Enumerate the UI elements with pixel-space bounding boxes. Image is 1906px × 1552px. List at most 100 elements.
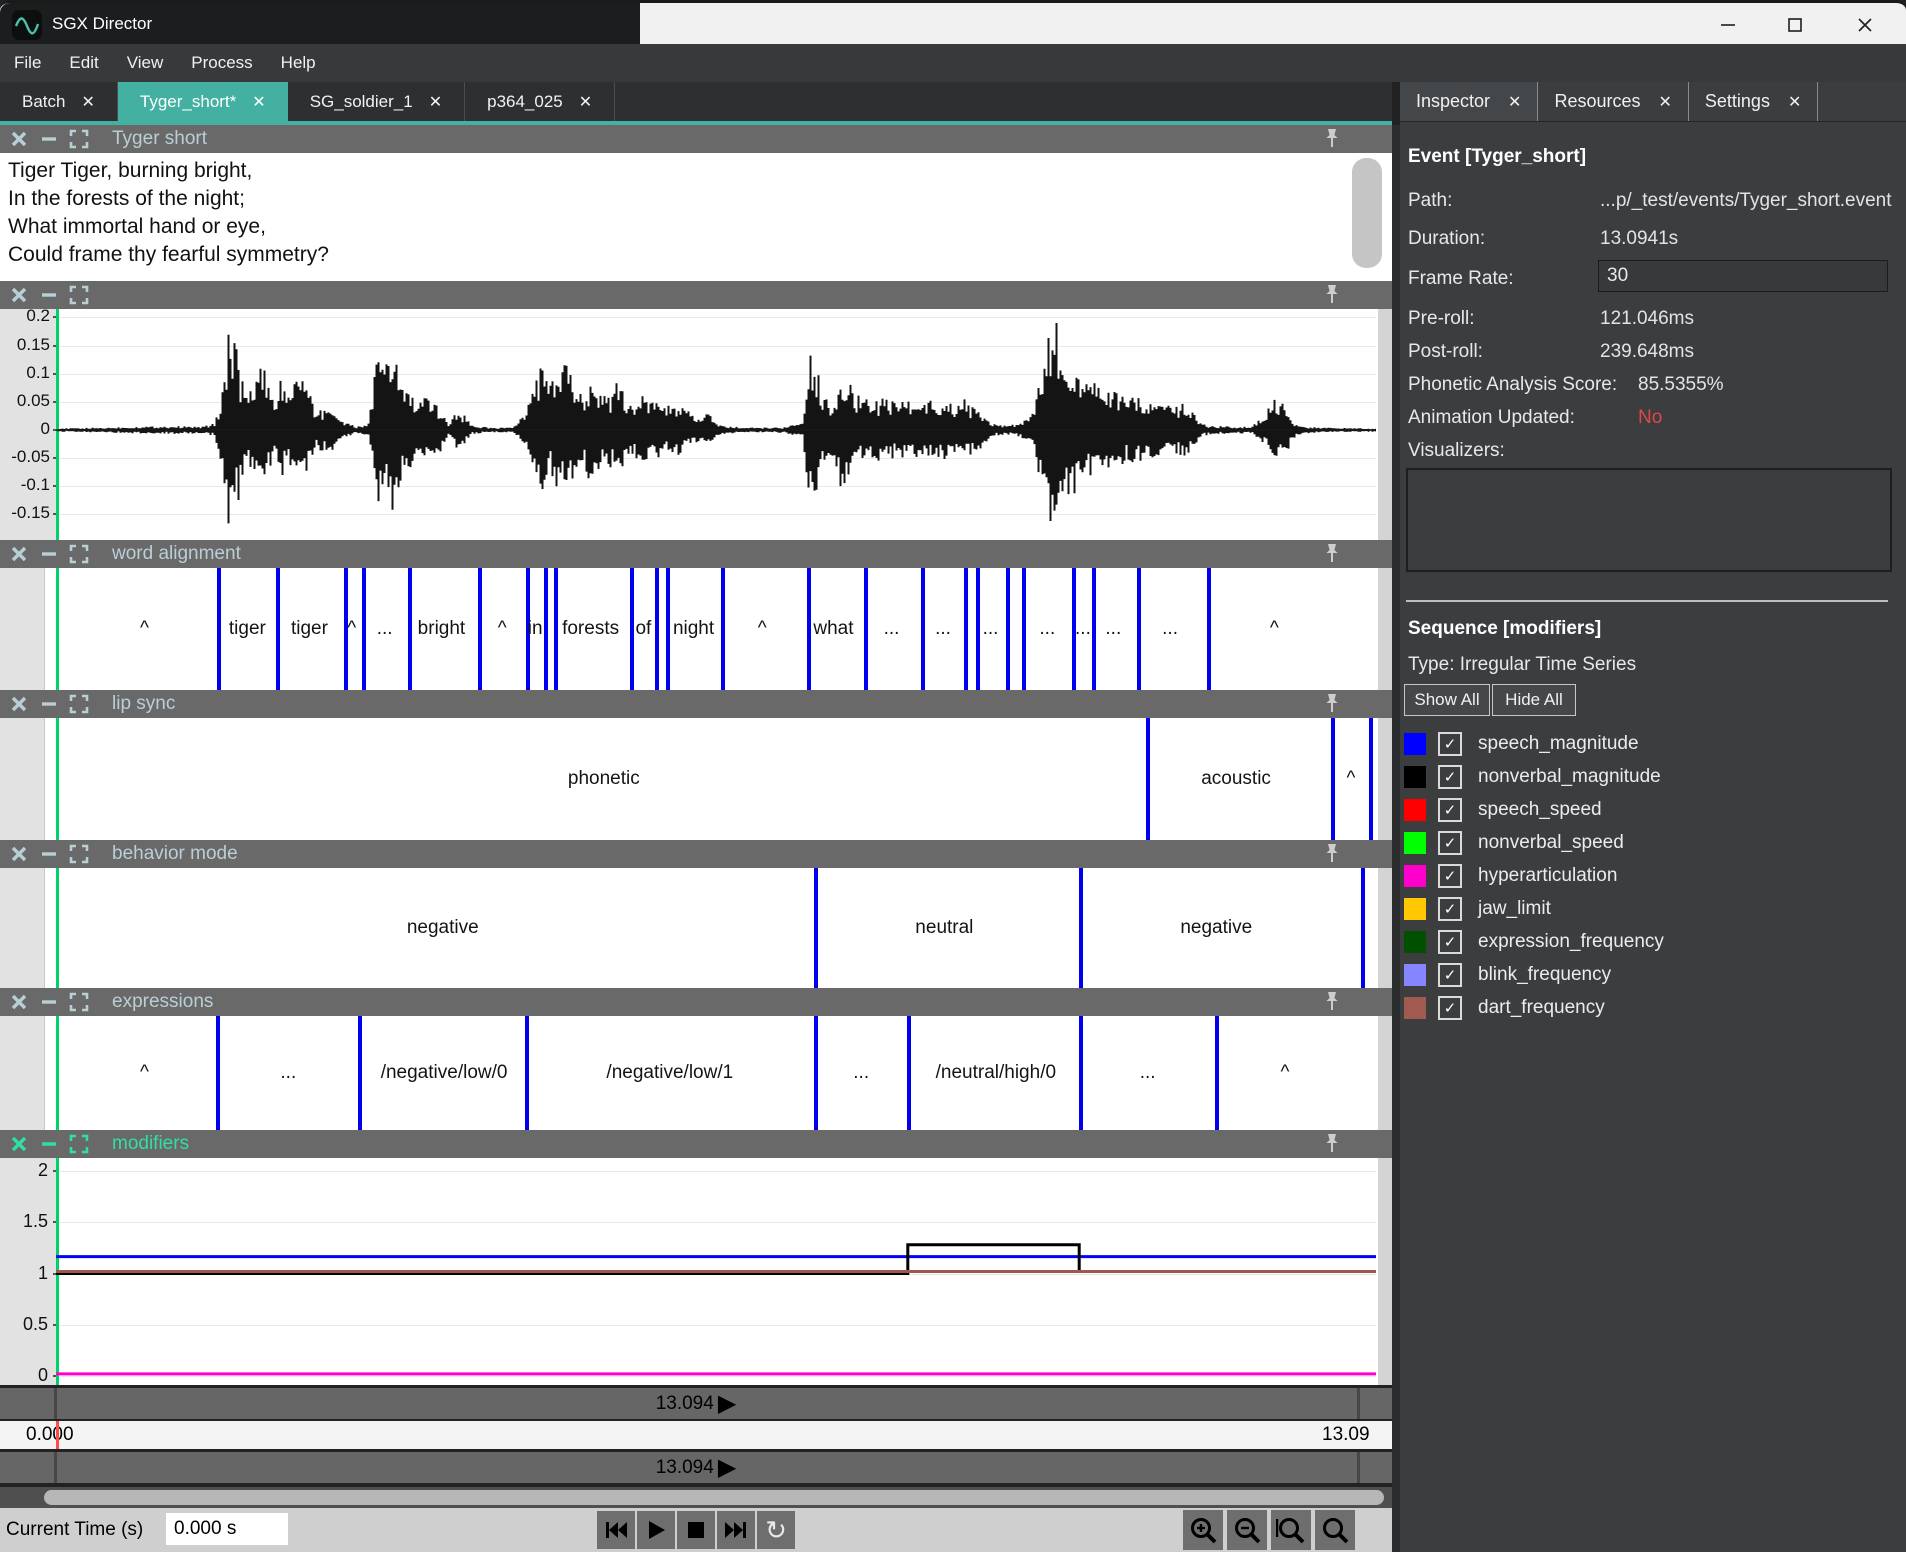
tab-close-icon[interactable]: ✕ <box>252 92 265 112</box>
playhead-line[interactable] <box>56 1016 59 1130</box>
path-value: ...p/_test/events/Tyger_short.event <box>1600 190 1892 212</box>
tab-close-icon[interactable]: ✕ <box>1508 92 1521 112</box>
minimize-panel-icon[interactable] <box>38 1133 60 1155</box>
stop-button[interactable] <box>677 1511 715 1549</box>
show-all-button[interactable]: Show All <box>1404 684 1490 716</box>
expand-panel-icon[interactable] <box>68 284 90 306</box>
segment-label: ... <box>1075 618 1091 640</box>
pin-panel-icon[interactable] <box>1322 693 1344 715</box>
document-tab-tyger_short-[interactable]: Tyger_short*✕ <box>118 82 288 121</box>
expand-panel-icon[interactable] <box>68 693 90 715</box>
document-tab-sg_soldier_1[interactable]: SG_soldier_1✕ <box>288 82 465 121</box>
frame-rate-input[interactable] <box>1598 260 1888 292</box>
tab-close-icon[interactable]: ✕ <box>579 92 592 112</box>
channel-visibility-checkbox[interactable]: ✓ <box>1438 897 1462 921</box>
minimize-panel-icon[interactable] <box>38 991 60 1013</box>
close-panel-icon[interactable] <box>8 543 30 565</box>
minimize-panel-icon[interactable] <box>38 693 60 715</box>
menu-item-help[interactable]: Help <box>267 44 330 82</box>
tab-close-icon[interactable]: ✕ <box>1659 92 1672 112</box>
pin-panel-icon[interactable] <box>1322 128 1344 150</box>
pin-panel-icon[interactable] <box>1322 284 1344 306</box>
minimize-panel-icon[interactable] <box>38 843 60 865</box>
waveform-plot[interactable] <box>56 309 1376 540</box>
close-panel-icon[interactable] <box>8 1133 30 1155</box>
tab-close-icon[interactable]: ✕ <box>81 92 94 112</box>
minimize-panel-icon[interactable] <box>38 543 60 565</box>
tab-close-icon[interactable]: ✕ <box>1788 92 1801 112</box>
channel-visibility-checkbox[interactable]: ✓ <box>1438 996 1462 1020</box>
playhead-line[interactable] <box>56 868 59 988</box>
horizontal-scrollbar[interactable] <box>0 1487 1392 1508</box>
current-time-input[interactable] <box>166 1513 288 1545</box>
segment-label: forests <box>562 618 619 640</box>
sidebar-tab-inspector[interactable]: Inspector✕ <box>1400 82 1538 121</box>
playhead-caret[interactable] <box>56 1421 59 1449</box>
text-scrollbar-handle[interactable] <box>1352 158 1382 268</box>
pin-panel-icon[interactable] <box>1322 1133 1344 1155</box>
pin-panel-icon[interactable] <box>1322 543 1344 565</box>
menu-item-process[interactable]: Process <box>177 44 266 82</box>
channel-visibility-checkbox[interactable]: ✓ <box>1438 732 1462 756</box>
tab-close-icon[interactable]: ✕ <box>429 92 442 112</box>
minimize-panel-icon[interactable] <box>38 128 60 150</box>
waveform-axis-label: 0.2 <box>10 309 50 326</box>
playhead-line[interactable] <box>56 718 59 840</box>
channel-visibility-checkbox[interactable]: ✓ <box>1438 831 1462 855</box>
segment-label: ... <box>884 618 900 640</box>
tab-label: p364_025 <box>487 92 563 112</box>
menu-item-file[interactable]: File <box>0 44 55 82</box>
sidebar-tab-settings[interactable]: Settings✕ <box>1689 82 1818 121</box>
modifiers-plot[interactable] <box>0 1158 1392 1385</box>
close-panel-icon[interactable] <box>8 128 30 150</box>
visualizers-list-box[interactable] <box>1406 468 1892 572</box>
expand-panel-icon[interactable] <box>68 543 90 565</box>
sidebar-splitter[interactable] <box>1392 125 1400 1552</box>
duration-slider-top[interactable]: 13.094▶ <box>0 1388 1392 1419</box>
document-tab-p364_025[interactable]: p364_025 ✕ <box>465 82 615 121</box>
waveform-axis-label: -0.15 <box>10 503 50 523</box>
modifier-channel-row: ✓expression_frequency <box>1404 928 1664 956</box>
close-panel-icon[interactable] <box>8 693 30 715</box>
pin-panel-icon[interactable] <box>1322 991 1344 1013</box>
minimize-button[interactable] <box>1705 7 1751 43</box>
channel-name: speech_magnitude <box>1478 733 1639 755</box>
menu-item-view[interactable]: View <box>113 44 178 82</box>
channel-visibility-checkbox[interactable]: ✓ <box>1438 765 1462 789</box>
play-button[interactable] <box>637 1511 675 1549</box>
channel-color-swatch <box>1404 997 1426 1019</box>
horizontal-scrollbar-handle[interactable] <box>44 1490 1384 1505</box>
close-panel-icon[interactable] <box>8 843 30 865</box>
close-button[interactable] <box>1842 7 1888 43</box>
channel-visibility-checkbox[interactable]: ✓ <box>1438 798 1462 822</box>
zoom-in-button[interactable] <box>1183 1510 1223 1550</box>
panel-header-waveform <box>0 281 1392 309</box>
pin-panel-icon[interactable] <box>1322 843 1344 865</box>
maximize-button[interactable] <box>1772 7 1818 43</box>
duration-value: 13.0941s <box>1600 228 1678 250</box>
zoom-out-button[interactable] <box>1227 1510 1267 1550</box>
skip-to-start-button[interactable] <box>597 1511 635 1549</box>
sidebar-tab-resources[interactable]: Resources ✕ <box>1538 82 1688 121</box>
playhead-line[interactable] <box>56 568 59 690</box>
menu-item-edit[interactable]: Edit <box>55 44 112 82</box>
close-panel-icon[interactable] <box>8 284 30 306</box>
channel-visibility-checkbox[interactable]: ✓ <box>1438 963 1462 987</box>
expand-panel-icon[interactable] <box>68 843 90 865</box>
expand-panel-icon[interactable] <box>68 128 90 150</box>
close-panel-icon[interactable] <box>8 991 30 1013</box>
channel-visibility-checkbox[interactable]: ✓ <box>1438 930 1462 954</box>
zoom-selection-button[interactable] <box>1271 1510 1311 1550</box>
tab-label: Resources <box>1554 91 1640 112</box>
loop-button[interactable]: ↻ <box>757 1511 795 1549</box>
document-tab-batch[interactable]: Batch✕ <box>0 82 118 121</box>
hide-all-button[interactable]: Hide All <box>1492 684 1576 716</box>
expand-panel-icon[interactable] <box>68 1133 90 1155</box>
minimize-panel-icon[interactable] <box>38 284 60 306</box>
duration-slider-bottom[interactable]: 13.094▶ <box>0 1452 1392 1483</box>
expand-panel-icon[interactable] <box>68 991 90 1013</box>
skip-to-end-button[interactable] <box>717 1511 755 1549</box>
sequence-section-title: Sequence [modifiers] <box>1408 618 1601 640</box>
zoom-fit-button[interactable] <box>1315 1510 1355 1550</box>
channel-visibility-checkbox[interactable]: ✓ <box>1438 864 1462 888</box>
